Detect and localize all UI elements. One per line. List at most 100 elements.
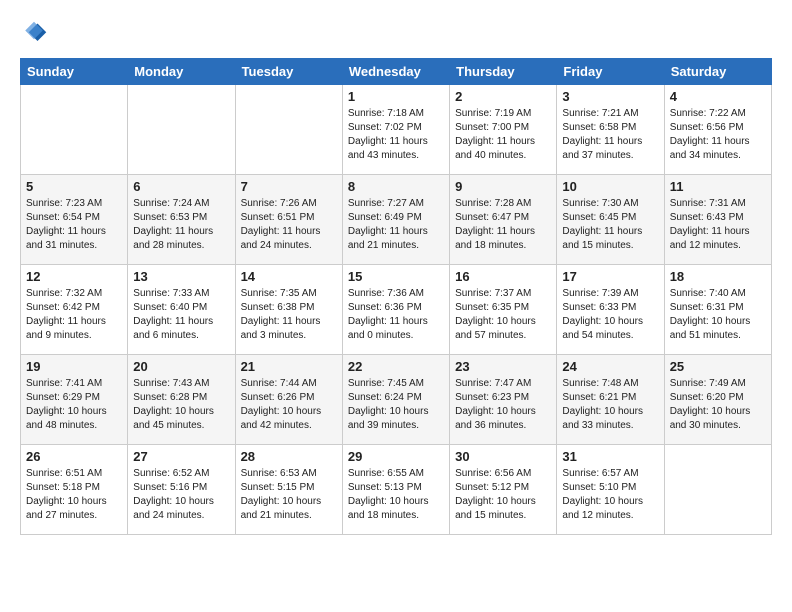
calendar-header: SundayMondayTuesdayWednesdayThursdayFrid…	[21, 59, 772, 85]
calendar-cell: 9 Sunrise: 7:28 AM Sunset: 6:47 PM Daylig…	[450, 175, 557, 265]
weekday-header: Sunday	[21, 59, 128, 85]
day-info: Sunrise: 7:26 AM Sunset: 6:51 PM Dayligh…	[241, 197, 337, 253]
weekday-header: Friday	[557, 59, 664, 85]
weekday-header: Thursday	[450, 59, 557, 85]
day-info: Sunrise: 6:53 AM Sunset: 5:15 PM Dayligh…	[241, 467, 337, 523]
day-info: Sunrise: 6:56 AM Sunset: 5:12 PM Dayligh…	[455, 467, 551, 523]
day-info: Sunrise: 7:48 AM Sunset: 6:21 PM Dayligh…	[562, 377, 658, 433]
calendar-cell	[235, 85, 342, 175]
calendar-cell: 20 Sunrise: 7:43 AM Sunset: 6:28 PM Dayli…	[128, 355, 235, 445]
day-number: 26	[26, 449, 122, 464]
day-number: 24	[562, 359, 658, 374]
calendar-cell: 29Sunrise: 6:55 AM Sunset: 5:13 PM Dayli…	[342, 445, 449, 535]
day-number: 3	[562, 89, 658, 104]
day-info: Sunrise: 7:37 AM Sunset: 6:35 PM Dayligh…	[455, 287, 551, 343]
calendar-cell: 18 Sunrise: 7:40 AM Sunset: 6:31 PM Dayli…	[664, 265, 771, 355]
day-number: 31	[562, 449, 658, 464]
day-number: 4	[670, 89, 766, 104]
day-number: 5	[26, 179, 122, 194]
calendar-table: SundayMondayTuesdayWednesdayThursdayFrid…	[20, 58, 772, 535]
day-info: Sunrise: 7:35 AM Sunset: 6:38 PM Dayligh…	[241, 287, 337, 343]
day-info: Sunrise: 7:21 AM Sunset: 6:58 PM Dayligh…	[562, 107, 658, 163]
day-info: Sunrise: 6:55 AM Sunset: 5:13 PM Dayligh…	[348, 467, 444, 523]
day-info: Sunrise: 7:43 AM Sunset: 6:28 PM Dayligh…	[133, 377, 229, 433]
calendar-body: 1 Sunrise: 7:18 AM Sunset: 7:02 PM Daylig…	[21, 85, 772, 535]
page-header	[20, 20, 772, 48]
day-info: Sunrise: 7:40 AM Sunset: 6:31 PM Dayligh…	[670, 287, 766, 343]
day-number: 17	[562, 269, 658, 284]
day-number: 14	[241, 269, 337, 284]
day-info: Sunrise: 7:49 AM Sunset: 6:20 PM Dayligh…	[670, 377, 766, 433]
calendar-cell: 19Sunrise: 7:41 AM Sunset: 6:29 PM Dayli…	[21, 355, 128, 445]
logo	[20, 20, 52, 48]
logo-icon	[20, 20, 48, 48]
day-number: 15	[348, 269, 444, 284]
calendar-cell: 10 Sunrise: 7:30 AM Sunset: 6:45 PM Dayli…	[557, 175, 664, 265]
calendar-cell: 25 Sunrise: 7:49 AM Sunset: 6:20 PM Dayli…	[664, 355, 771, 445]
day-number: 23	[455, 359, 551, 374]
day-number: 8	[348, 179, 444, 194]
day-number: 19	[26, 359, 122, 374]
day-info: Sunrise: 7:30 AM Sunset: 6:45 PM Dayligh…	[562, 197, 658, 253]
calendar-cell: 11 Sunrise: 7:31 AM Sunset: 6:43 PM Dayli…	[664, 175, 771, 265]
day-number: 18	[670, 269, 766, 284]
day-info: Sunrise: 6:51 AM Sunset: 5:18 PM Dayligh…	[26, 467, 122, 523]
calendar-cell: 24 Sunrise: 7:48 AM Sunset: 6:21 PM Dayli…	[557, 355, 664, 445]
day-info: Sunrise: 7:19 AM Sunset: 7:00 PM Dayligh…	[455, 107, 551, 163]
weekday-header: Monday	[128, 59, 235, 85]
calendar-cell: 26 Sunrise: 6:51 AM Sunset: 5:18 PM Dayli…	[21, 445, 128, 535]
day-info: Sunrise: 7:31 AM Sunset: 6:43 PM Dayligh…	[670, 197, 766, 253]
calendar-cell: 8 Sunrise: 7:27 AM Sunset: 6:49 PM Daylig…	[342, 175, 449, 265]
day-number: 11	[670, 179, 766, 194]
calendar-cell: 15 Sunrise: 7:36 AM Sunset: 6:36 PM Dayli…	[342, 265, 449, 355]
calendar-cell: 7 Sunrise: 7:26 AM Sunset: 6:51 PM Daylig…	[235, 175, 342, 265]
day-number: 28	[241, 449, 337, 464]
calendar-cell: 5 Sunrise: 7:23 AM Sunset: 6:54 PM Daylig…	[21, 175, 128, 265]
calendar-cell: 4 Sunrise: 7:22 AM Sunset: 6:56 PM Daylig…	[664, 85, 771, 175]
day-number: 6	[133, 179, 229, 194]
day-info: Sunrise: 6:52 AM Sunset: 5:16 PM Dayligh…	[133, 467, 229, 523]
day-info: Sunrise: 6:57 AM Sunset: 5:10 PM Dayligh…	[562, 467, 658, 523]
day-info: Sunrise: 7:27 AM Sunset: 6:49 PM Dayligh…	[348, 197, 444, 253]
weekday-header: Wednesday	[342, 59, 449, 85]
day-number: 16	[455, 269, 551, 284]
calendar-cell: 2 Sunrise: 7:19 AM Sunset: 7:00 PM Daylig…	[450, 85, 557, 175]
day-number: 25	[670, 359, 766, 374]
day-number: 22	[348, 359, 444, 374]
calendar-cell: 16 Sunrise: 7:37 AM Sunset: 6:35 PM Dayli…	[450, 265, 557, 355]
day-number: 2	[455, 89, 551, 104]
day-number: 30	[455, 449, 551, 464]
day-info: Sunrise: 7:28 AM Sunset: 6:47 PM Dayligh…	[455, 197, 551, 253]
day-info: Sunrise: 7:47 AM Sunset: 6:23 PM Dayligh…	[455, 377, 551, 433]
day-info: Sunrise: 7:33 AM Sunset: 6:40 PM Dayligh…	[133, 287, 229, 343]
day-info: Sunrise: 7:22 AM Sunset: 6:56 PM Dayligh…	[670, 107, 766, 163]
day-info: Sunrise: 7:24 AM Sunset: 6:53 PM Dayligh…	[133, 197, 229, 253]
weekday-header: Saturday	[664, 59, 771, 85]
day-number: 21	[241, 359, 337, 374]
calendar-cell: 31 Sunrise: 6:57 AM Sunset: 5:10 PM Dayli…	[557, 445, 664, 535]
day-info: Sunrise: 7:18 AM Sunset: 7:02 PM Dayligh…	[348, 107, 444, 163]
calendar-cell: 12Sunrise: 7:32 AM Sunset: 6:42 PM Dayli…	[21, 265, 128, 355]
calendar-cell: 14 Sunrise: 7:35 AM Sunset: 6:38 PM Dayli…	[235, 265, 342, 355]
day-number: 20	[133, 359, 229, 374]
day-info: Sunrise: 7:45 AM Sunset: 6:24 PM Dayligh…	[348, 377, 444, 433]
calendar-cell: 30 Sunrise: 6:56 AM Sunset: 5:12 PM Dayli…	[450, 445, 557, 535]
day-number: 10	[562, 179, 658, 194]
calendar-cell	[21, 85, 128, 175]
day-info: Sunrise: 7:23 AM Sunset: 6:54 PM Dayligh…	[26, 197, 122, 253]
calendar-cell: 1 Sunrise: 7:18 AM Sunset: 7:02 PM Daylig…	[342, 85, 449, 175]
calendar-cell: 23 Sunrise: 7:47 AM Sunset: 6:23 PM Dayli…	[450, 355, 557, 445]
day-number: 7	[241, 179, 337, 194]
calendar-cell: 21Sunrise: 7:44 AM Sunset: 6:26 PM Dayli…	[235, 355, 342, 445]
day-number: 27	[133, 449, 229, 464]
calendar-cell: 3 Sunrise: 7:21 AM Sunset: 6:58 PM Daylig…	[557, 85, 664, 175]
calendar-cell: 17Sunrise: 7:39 AM Sunset: 6:33 PM Dayli…	[557, 265, 664, 355]
day-info: Sunrise: 7:32 AM Sunset: 6:42 PM Dayligh…	[26, 287, 122, 343]
calendar-cell	[128, 85, 235, 175]
day-number: 9	[455, 179, 551, 194]
calendar-cell: 13Sunrise: 7:33 AM Sunset: 6:40 PM Dayli…	[128, 265, 235, 355]
day-info: Sunrise: 7:36 AM Sunset: 6:36 PM Dayligh…	[348, 287, 444, 343]
day-number: 1	[348, 89, 444, 104]
calendar-cell: 27 Sunrise: 6:52 AM Sunset: 5:16 PM Dayli…	[128, 445, 235, 535]
calendar-cell: 6 Sunrise: 7:24 AM Sunset: 6:53 PM Daylig…	[128, 175, 235, 265]
